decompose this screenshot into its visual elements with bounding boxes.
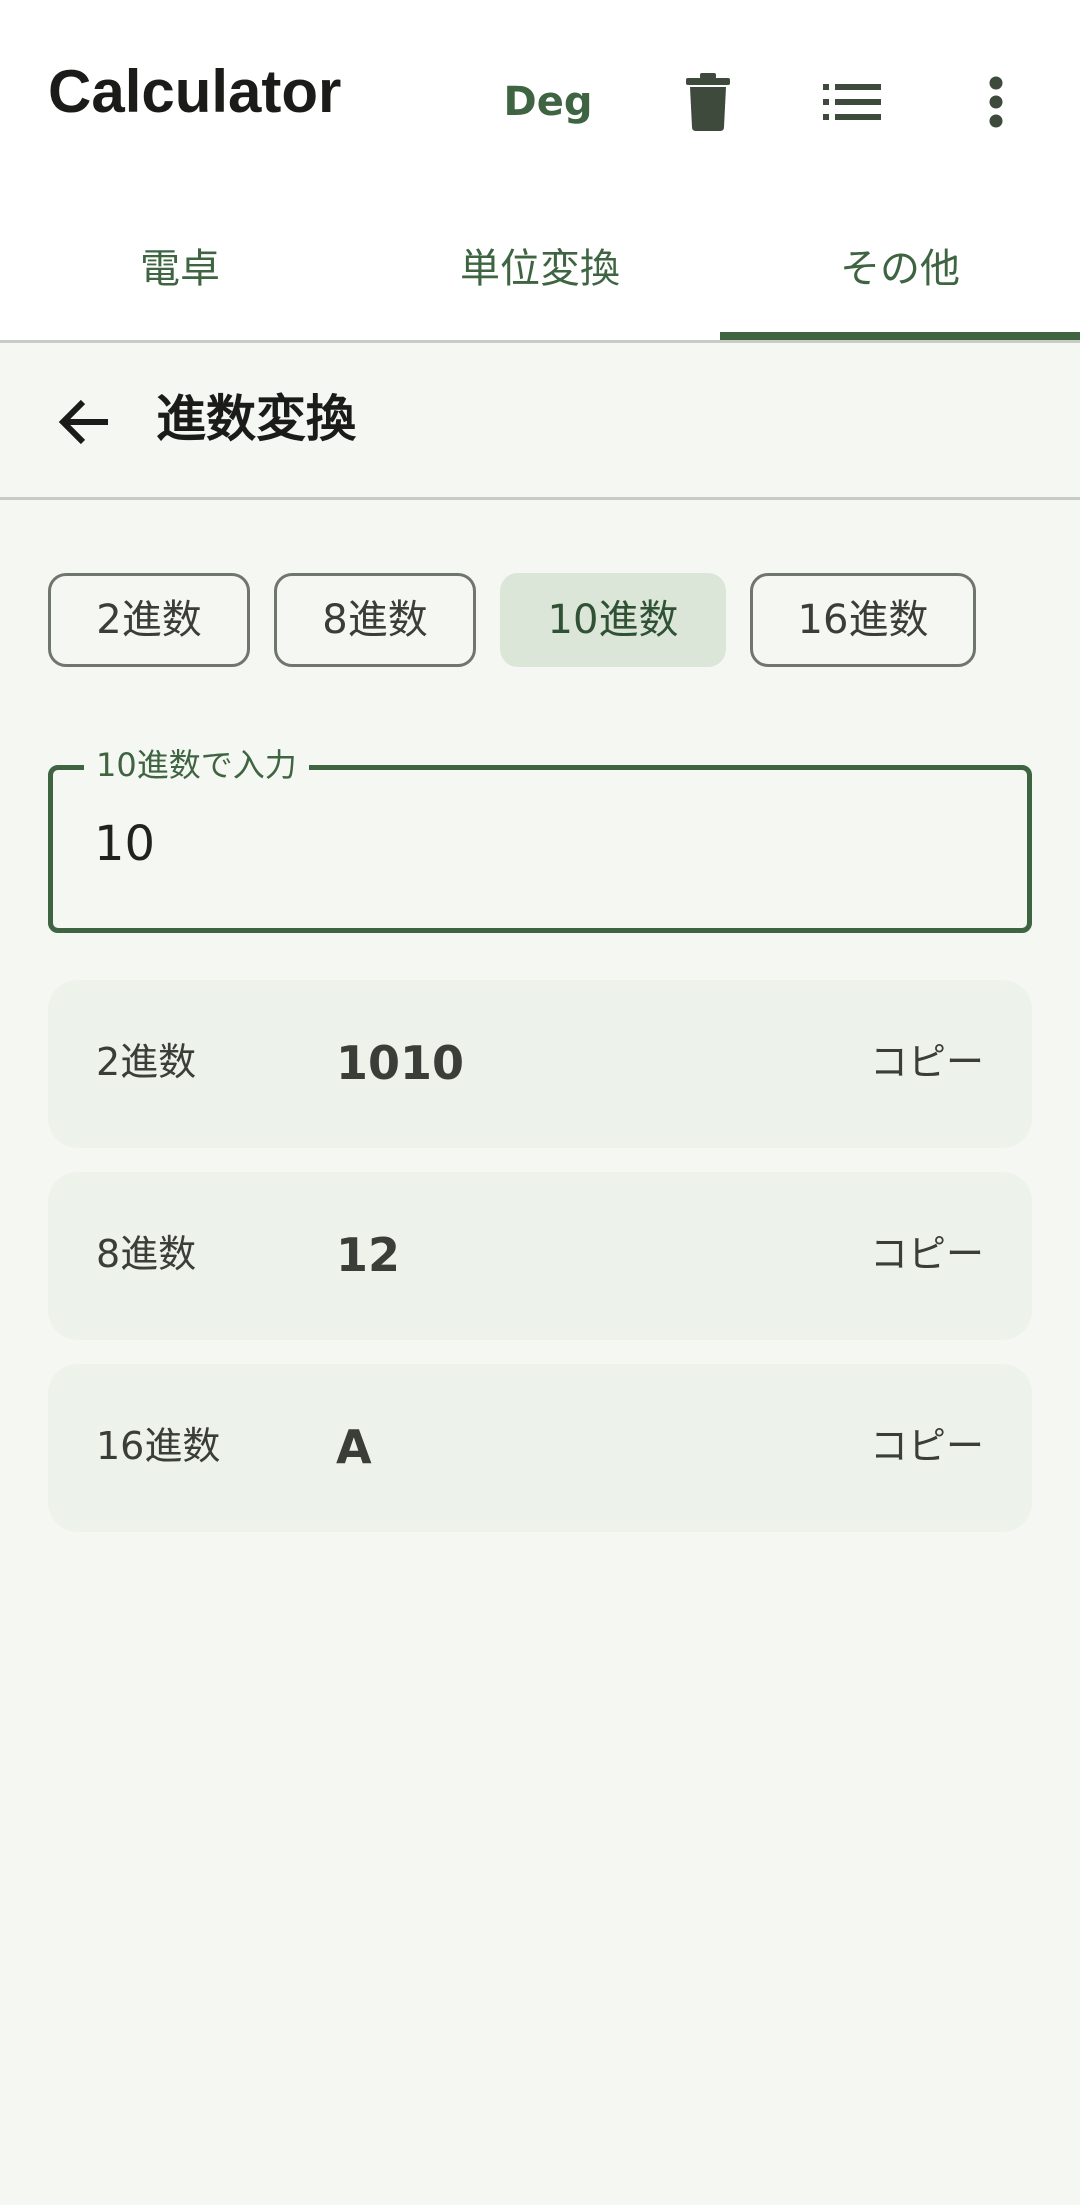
result-label: 16進数 <box>96 1424 221 1468</box>
tab-other[interactable]: その他 <box>720 205 1080 337</box>
result-label: 8進数 <box>96 1232 197 1276</box>
app-bar: Calculator Deg <box>0 0 1080 205</box>
tab-calculator[interactable]: 電卓 <box>0 205 360 337</box>
app-title: Calculator <box>48 58 342 125</box>
trash-icon <box>686 73 730 131</box>
input-value[interactable]: 10 <box>94 820 155 868</box>
chip-base-10[interactable]: 10進数 <box>500 573 726 667</box>
more-vert-icon <box>989 76 1003 128</box>
chip-base-2[interactable]: 2進数 <box>48 573 250 667</box>
chip-base-8[interactable]: 8進数 <box>274 573 476 667</box>
result-card-octal: 8進数 12 コピー <box>48 1172 1032 1340</box>
more-options-button[interactable] <box>956 62 1036 142</box>
result-value: 12 <box>336 1228 401 1282</box>
list-icon <box>823 84 881 120</box>
chip-base-16[interactable]: 16進数 <box>750 573 976 667</box>
result-value: 1010 <box>336 1036 465 1090</box>
tab-unit-conversion[interactable]: 単位変換 <box>360 205 720 337</box>
tab-bar: 電卓 単位変換 その他 <box>0 205 1080 343</box>
delete-button[interactable] <box>668 62 748 142</box>
result-card-hex: 16進数 A コピー <box>48 1364 1032 1532</box>
copy-button[interactable]: コピー <box>870 1425 984 1468</box>
decimal-input-field[interactable] <box>48 765 1032 933</box>
back-button[interactable] <box>44 382 124 462</box>
copy-button[interactable]: コピー <box>870 1041 984 1084</box>
arrow-back-icon <box>58 399 108 445</box>
result-card-binary: 2進数 1010 コピー <box>48 980 1032 1148</box>
history-button[interactable] <box>812 62 892 142</box>
result-label: 2進数 <box>96 1040 197 1084</box>
tab-indicator <box>720 332 1080 340</box>
angle-mode-button[interactable]: Deg <box>500 72 596 132</box>
result-value: A <box>336 1420 372 1474</box>
sub-header: 進数変換 <box>0 340 1080 500</box>
page-title: 進数変換 <box>156 390 356 448</box>
copy-button[interactable]: コピー <box>870 1233 984 1276</box>
input-label: 10進数で入力 <box>84 745 309 785</box>
